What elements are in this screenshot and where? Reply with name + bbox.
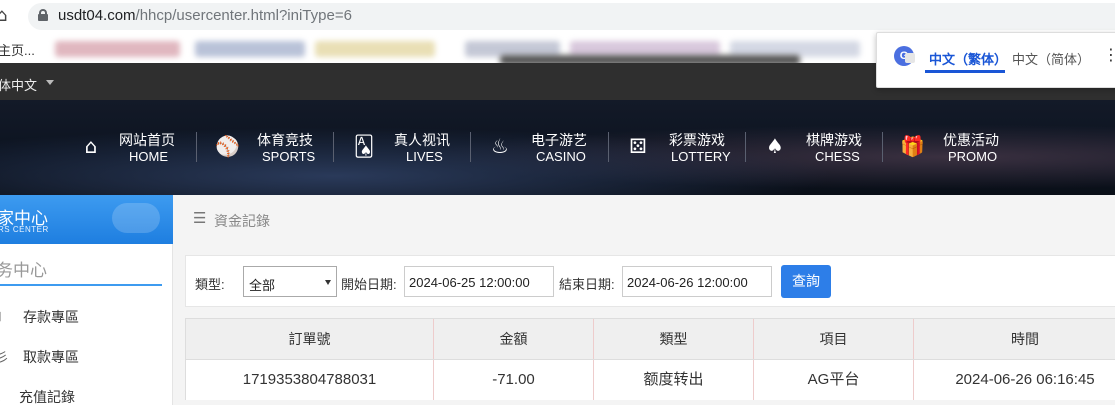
type-select[interactable]: 全部	[243, 266, 337, 297]
chevron-down-icon[interactable]	[46, 80, 54, 85]
column-header-time: 時間	[1011, 331, 1039, 347]
nav-label-cn: 优惠活动	[943, 132, 999, 148]
slot-icon: ♨	[491, 134, 509, 158]
filter-bar: 類型: 全部 開始日期: 2024-06-25 12:00:00 結束日期: 2…	[185, 255, 1115, 307]
browser-address-bar: ⌂ usdt04.com/hhcp/usercenter.html?iniTyp…	[0, 0, 1115, 33]
nav-divider	[745, 132, 746, 162]
bookmark-item[interactable]: 主页...	[0, 40, 35, 59]
nav-divider	[196, 132, 197, 162]
nav-label-en: CHESS	[815, 149, 860, 164]
table-header: 訂單號 金額 類型 項目 時間	[185, 318, 1115, 360]
sidebar-section-title: 务中心	[0, 261, 47, 280]
lock-icon[interactable]	[38, 9, 48, 21]
gift-icon: 🎁	[900, 134, 925, 158]
gamepad-icon	[112, 203, 160, 233]
translate-popup: G 中文（繁体） 中文（简体） ⋮	[876, 32, 1115, 88]
content-header: ☰ 資金記錄	[173, 195, 1115, 244]
query-button[interactable]: 查詢	[781, 265, 831, 298]
nav-label-cn: 网站首页	[119, 132, 175, 148]
cell-order-no: 1719353804788031	[186, 360, 434, 400]
sidebar: 务中心 ╕ 存款專區 彡 取款專區 ˎ 充值記錄	[0, 244, 173, 405]
url-text[interactable]: usdt04.com/hhcp/usercenter.html?iniType=…	[58, 7, 352, 24]
url-path: /hhcp/usercenter.html?iniType=6	[135, 7, 352, 24]
start-date-input[interactable]: 2024-06-25 12:00:00	[404, 266, 554, 297]
nav-label-en: CASINO	[536, 149, 586, 164]
column-header-amount: 金額	[434, 319, 594, 359]
deposit-icon: ╕	[0, 307, 4, 322]
cell-type: 额度转出	[594, 360, 754, 400]
menu-icon[interactable]: ☰	[193, 209, 206, 227]
nav-label-cn: 电子游艺	[531, 132, 587, 148]
sidebar-item-label: 充值記錄	[19, 389, 75, 405]
bookmark-item[interactable]	[195, 41, 305, 57]
spade-icon: ♠	[766, 134, 784, 158]
cell-time: 2024-06-26 06:16:45	[955, 371, 1095, 388]
withdraw-icon: 彡	[0, 351, 10, 366]
nav-label-cn: 体育竞技	[257, 132, 313, 148]
dropdown-arrow-icon	[325, 280, 331, 285]
nav-divider	[882, 132, 883, 162]
table-row: 1719353804788031 -71.00 额度转出 AG平台 2024-0…	[185, 360, 1115, 400]
sidebar-divider	[0, 284, 162, 286]
start-date-label: 開始日期:	[341, 277, 397, 292]
bookmark-item[interactable]	[55, 41, 180, 57]
type-select-value: 全部	[249, 278, 276, 293]
home-icon: ⌂	[84, 134, 98, 158]
translate-option-traditional[interactable]: 中文（繁体）	[929, 49, 1007, 68]
translate-option-simplified[interactable]: 中文（简体）	[1012, 49, 1090, 68]
nav-label-cn: 彩票游戏	[669, 132, 725, 148]
active-tab-underline	[925, 70, 1005, 73]
bookmark-item[interactable]	[315, 41, 435, 57]
nav-divider	[333, 132, 334, 162]
cards-icon: 🂡	[353, 134, 375, 158]
sidebar-header: 家中心 RS CENTER	[0, 195, 173, 244]
home-icon[interactable]: ⌂	[0, 5, 7, 26]
sidebar-item-label: 取款專區	[23, 349, 79, 365]
nav-label-en: PROMO	[948, 149, 998, 164]
ball-icon: ⚾	[215, 134, 240, 158]
page-title: 資金記錄	[214, 213, 270, 229]
column-header-type: 類型	[594, 319, 754, 359]
language-selector[interactable]: 体中文	[0, 75, 37, 94]
nav-divider	[608, 132, 609, 162]
nav-label-en: LOTTERY	[671, 149, 731, 164]
column-header-project: 項目	[754, 319, 914, 359]
sidebar-item-label: 存款專區	[23, 309, 79, 325]
nav-label-cn: 棋牌游戏	[806, 132, 862, 148]
type-label: 類型:	[195, 277, 225, 292]
nav-divider	[470, 132, 471, 162]
dice-icon: ⚄	[629, 134, 647, 158]
main-nav: ⌂ 网站首页 HOME ⚾ 体育竞技 SPORTS 🂡 真人视讯 LIVES ♨…	[0, 100, 1115, 195]
end-date-input[interactable]: 2024-06-26 12:00:00	[622, 266, 772, 297]
more-options-icon[interactable]: ⋮	[1103, 45, 1115, 64]
cell-amount: -71.00	[434, 360, 594, 400]
end-date-label: 結束日期:	[559, 277, 615, 292]
sidebar-subtitle: RS CENTER	[0, 225, 49, 234]
records-table: 訂單號 金額 類型 項目 時間 1719353804788031 -71.00 …	[185, 318, 1115, 408]
url-host: usdt04.com	[58, 7, 136, 24]
record-icon: ˎ	[0, 387, 3, 402]
column-header-order-no: 訂單號	[186, 319, 434, 359]
translate-logo-badge	[905, 53, 915, 63]
nav-label-cn: 真人视讯	[394, 132, 450, 148]
nav-label-en: SPORTS	[262, 149, 316, 164]
cell-project: AG平台	[754, 360, 914, 400]
nav-label-en: LIVES	[406, 149, 443, 164]
start-date-value: 2024-06-25 12:00:00	[409, 275, 530, 290]
nav-label-en: HOME	[129, 149, 168, 164]
end-date-value: 2024-06-26 12:00:00	[627, 275, 748, 290]
